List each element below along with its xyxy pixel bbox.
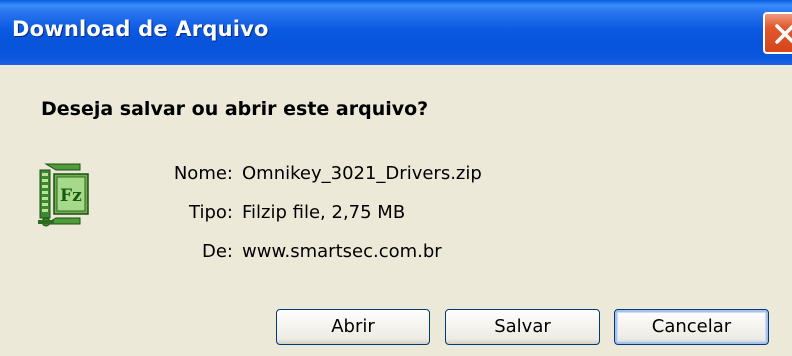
title-bar[interactable]: Download de Arquivo (0, 0, 792, 65)
file-type-value: Filzip file, 2,75 MB (242, 202, 406, 223)
cancel-button[interactable]: Cancelar (614, 309, 769, 345)
open-button[interactable]: Abrir (276, 309, 430, 345)
source-url-value: www.smartsec.com.br (242, 241, 442, 262)
download-dialog: Download de Arquivo Deseja salvar ou abr… (0, 0, 792, 356)
file-name-value: Omnikey_3021_Drivers.zip (242, 163, 482, 184)
source-label: De: (202, 241, 233, 262)
close-button[interactable] (763, 12, 792, 54)
close-icon (775, 24, 792, 44)
save-button[interactable]: Salvar (445, 309, 600, 345)
name-label: Nome: (173, 163, 233, 184)
type-label: Tipo: (189, 202, 233, 223)
dialog-question: Deseja salvar ou abrir este arquivo? (41, 98, 429, 120)
window-title: Download de Arquivo (12, 17, 269, 41)
